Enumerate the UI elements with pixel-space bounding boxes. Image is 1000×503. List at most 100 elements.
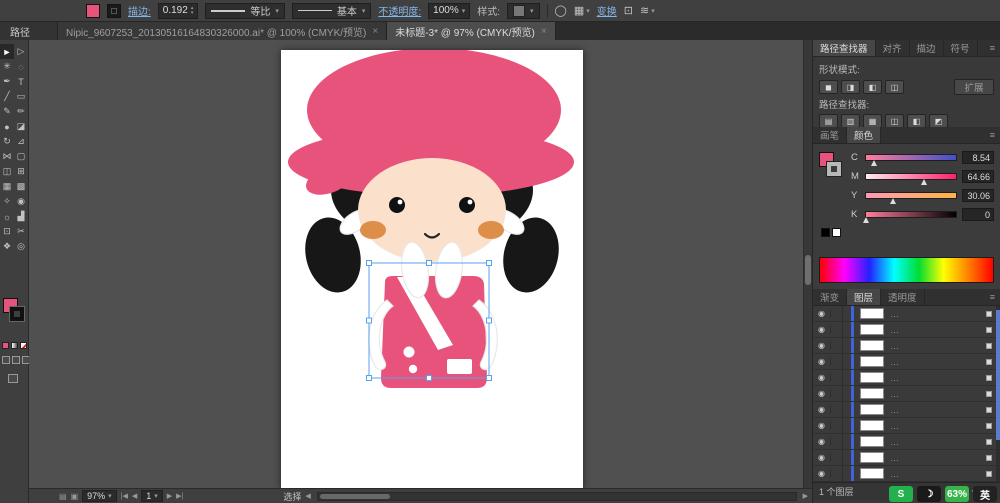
- horizontal-scrollbar-thumb[interactable]: [319, 493, 390, 499]
- sogou-icon[interactable]: S: [889, 486, 913, 502]
- scroll-left-arrow[interactable]: ◀: [305, 492, 310, 500]
- visibility-eye-icon[interactable]: ◉: [813, 453, 831, 462]
- visibility-eye-icon[interactable]: ◉: [813, 437, 831, 446]
- slice-tool[interactable]: ✂: [14, 224, 28, 239]
- layer-target[interactable]: [986, 470, 992, 477]
- visibility-eye-icon[interactable]: ◉: [813, 325, 831, 334]
- black-swatch[interactable]: [821, 228, 830, 237]
- layer-target[interactable]: [986, 374, 992, 381]
- layers-group-tab-3[interactable]: 透明度: [881, 289, 925, 305]
- layer-thumbnail[interactable]: [860, 324, 884, 335]
- shape-builder-tool[interactable]: ◫: [0, 164, 14, 179]
- paintbrush-tool[interactable]: ✎: [0, 104, 14, 119]
- pathfinder-2-button[interactable]: ▥: [841, 114, 860, 128]
- opacity-input[interactable]: 100% ▾: [428, 2, 471, 19]
- magic-wand-tool[interactable]: ✳: [0, 59, 14, 74]
- panel-menu-icon[interactable]: ≡: [990, 289, 1000, 305]
- pathfinder-4-button[interactable]: ◫: [885, 114, 904, 128]
- artboard-tool[interactable]: ⊡: [0, 224, 14, 239]
- pathfinder-group-tab-2[interactable]: 对齐: [876, 40, 910, 56]
- direct-selection-tool[interactable]: ▷: [14, 44, 28, 59]
- layer-row[interactable]: ◉…: [813, 434, 1000, 450]
- previous-artboard-button[interactable]: ◀: [132, 492, 137, 500]
- layer-target[interactable]: [986, 358, 992, 365]
- layer-target[interactable]: [986, 342, 992, 349]
- opacity-link[interactable]: 不透明度:: [378, 3, 421, 18]
- lock-column[interactable]: [831, 418, 843, 433]
- column-graph-tool[interactable]: ▟: [14, 209, 28, 224]
- slider-thumb[interactable]: [863, 217, 869, 223]
- lock-column[interactable]: [831, 338, 843, 353]
- layer-target[interactable]: [986, 326, 992, 333]
- layer-thumbnail[interactable]: [860, 340, 884, 351]
- last-artboard-button[interactable]: ▶|: [176, 492, 183, 500]
- layer-thumbnail[interactable]: [860, 420, 884, 431]
- pathfinder-group-tab-3[interactable]: 描边: [910, 40, 944, 56]
- value-K[interactable]: 0: [962, 208, 994, 221]
- pathfinder-6-button[interactable]: ◩: [929, 114, 948, 128]
- lasso-tool[interactable]: ◌: [14, 59, 28, 74]
- toolbar-stroke-swatch[interactable]: [9, 306, 25, 322]
- lock-column[interactable]: [831, 434, 843, 449]
- layer-target[interactable]: [986, 438, 992, 445]
- width-profile-dropdown[interactable]: 等比 ▾: [205, 2, 285, 19]
- lock-column[interactable]: [831, 322, 843, 337]
- pen-tool[interactable]: ✒: [0, 74, 14, 89]
- layer-row[interactable]: ◉…: [813, 354, 1000, 370]
- free-transform-icon[interactable]: ⊡: [624, 4, 633, 17]
- pathfinder-1-button[interactable]: ▤: [819, 114, 838, 128]
- visibility-eye-icon[interactable]: ◉: [813, 405, 831, 414]
- first-artboard-button[interactable]: |◀: [121, 492, 128, 500]
- expand-button[interactable]: 扩展: [954, 79, 994, 95]
- layer-thumbnail[interactable]: [860, 308, 884, 319]
- symbol-sprayer-tool[interactable]: ☼: [0, 209, 14, 224]
- color-group-tab-1[interactable]: 画笔: [813, 127, 848, 143]
- layer-row[interactable]: ◉…: [813, 402, 1000, 418]
- layer-target[interactable]: [986, 310, 992, 317]
- close-tab-icon[interactable]: ×: [372, 26, 378, 37]
- visibility-eye-icon[interactable]: ◉: [813, 341, 831, 350]
- mesh-tool[interactable]: ▦: [0, 179, 14, 194]
- zoom-level-dropdown[interactable]: 97% ▾: [82, 490, 117, 502]
- slider-thumb[interactable]: [890, 198, 897, 204]
- layer-row[interactable]: ◉…: [813, 450, 1000, 466]
- selection-tool[interactable]: ►: [0, 44, 14, 59]
- none-button[interactable]: [20, 342, 27, 349]
- layer-row[interactable]: ◉…: [813, 322, 1000, 338]
- visibility-eye-icon[interactable]: ◉: [813, 469, 831, 478]
- visibility-eye-icon[interactable]: ◉: [813, 373, 831, 382]
- document-tab-2[interactable]: 未标题-3* @ 97% (CMYK/预览) ×: [387, 22, 556, 40]
- slider-M[interactable]: [865, 173, 957, 185]
- fill-color-swatch[interactable]: [86, 3, 100, 18]
- panel-menu-icon[interactable]: ≡: [990, 40, 1000, 56]
- line-segment-tool[interactable]: ╱: [0, 89, 14, 104]
- path-panel-label[interactable]: 路径: [0, 22, 58, 40]
- white-swatch[interactable]: [832, 228, 841, 237]
- layer-target[interactable]: [986, 406, 992, 413]
- layer-row[interactable]: ◉…: [813, 418, 1000, 434]
- next-artboard-button[interactable]: ▶: [167, 492, 172, 500]
- layer-row[interactable]: ◉…: [813, 306, 1000, 322]
- lock-column[interactable]: [831, 450, 843, 465]
- color-button[interactable]: [2, 342, 9, 349]
- pathfinder-3-button[interactable]: ▦: [863, 114, 882, 128]
- pathfinder-5-button[interactable]: ◧: [907, 114, 926, 128]
- layer-thumbnail[interactable]: [860, 372, 884, 383]
- eyedropper-tool[interactable]: ✧: [0, 194, 14, 209]
- visibility-eye-icon[interactable]: ◉: [813, 357, 831, 366]
- slider-thumb[interactable]: [870, 160, 877, 166]
- stroke-weight-input[interactable]: 0.192 ▴ ▾: [157, 2, 199, 19]
- pathfinder-group-tab-1[interactable]: 路径查找器: [813, 40, 876, 56]
- lock-column[interactable]: [831, 466, 843, 481]
- layer-thumbnail[interactable]: [860, 388, 884, 399]
- layer-thumbnail[interactable]: [860, 404, 884, 415]
- gradient-tool[interactable]: ▩: [14, 179, 28, 194]
- status-icon-2[interactable]: ▣: [71, 492, 79, 501]
- panel-stroke-swatch[interactable]: [826, 161, 842, 177]
- draw-normal-icon[interactable]: [2, 356, 10, 364]
- layers-group-tab-2[interactable]: 图层: [847, 289, 882, 305]
- blob-brush-tool[interactable]: ●: [0, 119, 14, 134]
- stroke-color-swatch[interactable]: [107, 3, 121, 18]
- shape-mode-4-button[interactable]: ◫: [885, 80, 904, 94]
- brush-definition-dropdown[interactable]: 基本 ▾: [291, 2, 372, 19]
